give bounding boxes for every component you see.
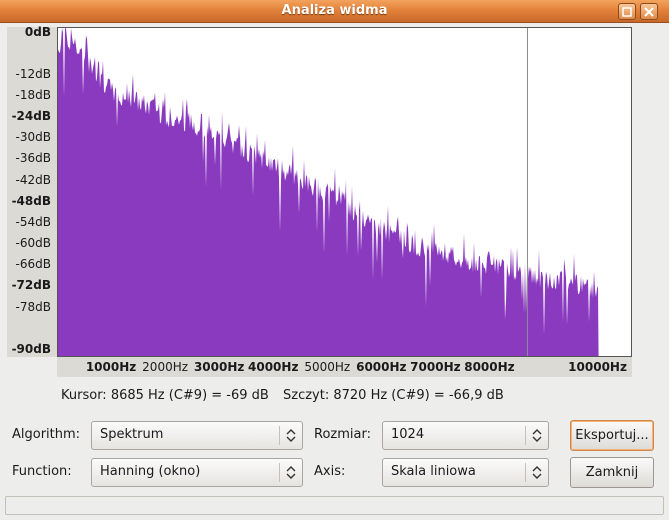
updown-arrows-icon [532,429,542,442]
y-tick-label: -78dB [15,299,51,314]
close-button[interactable]: Zamknij [570,457,654,488]
spectrum-graph[interactable] [58,28,631,356]
spectrum-chart[interactable] [57,27,632,357]
updown-arrows-icon [286,429,296,442]
algorithm-value: Spektrum [100,427,164,442]
y-tick-label: -18dB [15,88,51,102]
y-tick-label: -66dB [15,257,51,272]
y-tick-label: -72dB [11,278,51,293]
combo-separator [525,426,526,445]
spectrum-area [58,28,599,356]
combo-separator [279,426,280,445]
x-axis-labels: 1000Hz 2000Hz 3000Hz 4000Hz 5000Hz 6000Hz 7000… [57,357,632,377]
maximize-icon [622,6,632,17]
spectrum-dialog: 0dB -12dB -18dB -24dB -30dB -36dB -42dB -48dB -5… [0,23,669,520]
window-title: Analiza widma [281,3,388,18]
x-tick-label: 3000Hz [193,360,245,374]
function-value: Hanning (okno) [100,464,201,479]
combo-separator [279,463,280,482]
y-tick-label: -60dB [15,236,51,251]
x-tick-label: 7000Hz [410,360,461,374]
maximize-button[interactable] [618,3,636,20]
y-tick-label: -48dB [11,193,51,208]
function-label: Function: [12,464,72,479]
size-select[interactable]: 1024 [382,421,549,450]
status-bar [5,496,664,515]
y-tick-label: 0dB [24,24,51,39]
axis-select[interactable]: Skala liniowa [382,458,549,487]
size-label: Rozmiar: [314,427,371,442]
updown-arrows-icon [532,466,542,479]
function-select[interactable]: Hanning (okno) [91,458,303,487]
y-tick-label: -12dB [15,66,51,81]
axis-label: Axis: [314,464,346,479]
spectrum-plot-area: 0dB -12dB -18dB -24dB -30dB -36dB -42dB -48dB -5… [7,24,632,357]
close-icon [644,6,654,17]
x-tick-label: 4000Hz [248,360,299,374]
y-tick-label: -42dB [15,172,51,187]
title-bar: Analiza widma [0,0,669,23]
close-window-button[interactable] [640,3,658,20]
x-tick-label: 2000Hz [142,360,189,374]
peak-readout: Szczyt: 8720 Hz (C#9) = -66,9 dB [283,388,504,403]
y-tick-label: -36dB [15,151,51,166]
y-tick-label: -90dB [11,341,51,356]
size-value: 1024 [391,427,425,442]
algorithm-select[interactable]: Spektrum [91,421,303,450]
y-tick-label: -54dB [15,214,51,229]
updown-arrows-icon [286,466,296,479]
x-tick-label: 10000Hz [568,360,627,374]
x-tick-label: 6000Hz [356,360,407,374]
x-tick-label: 5000Hz [304,360,351,374]
axis-value: Skala liniowa [391,464,476,479]
combo-separator [525,463,526,482]
y-tick-label: -24dB [11,109,51,124]
y-tick-label: -30dB [15,130,51,145]
x-tick-label: 1000Hz [85,360,137,374]
export-button[interactable]: Eksportuj... [570,420,654,451]
cursor-readout: Kursor: 8685 Hz (C#9) = -69 dB [61,388,269,403]
algorithm-label: Algorithm: [12,427,81,442]
y-axis-labels: 0dB -12dB -18dB -24dB -30dB -36dB -42dB -48dB -5… [7,24,57,357]
x-tick-label: 8000Hz [464,360,515,374]
